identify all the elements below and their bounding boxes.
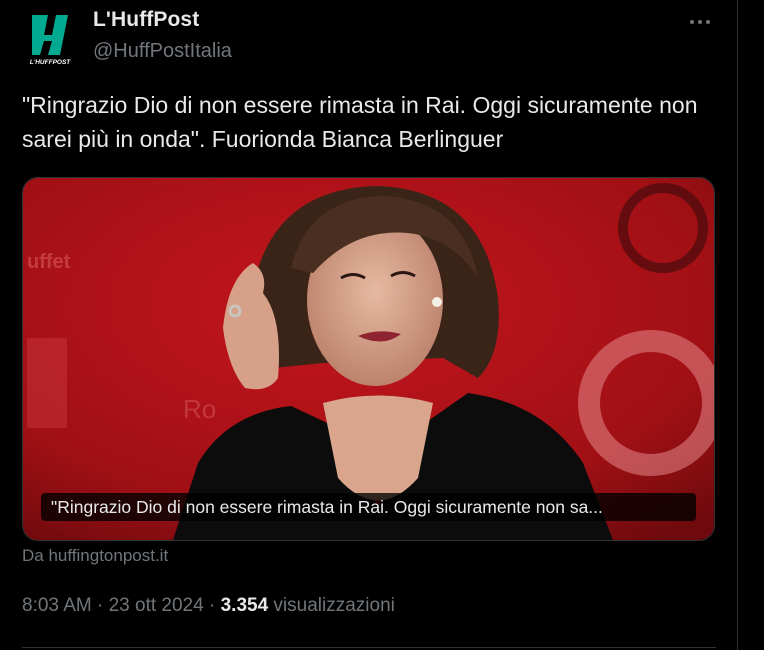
huffpost-logo-icon: L'HUFFPOST: [22, 11, 78, 67]
meta-separator: ·: [208, 595, 216, 616]
views-label: visualizzazioni: [273, 595, 395, 616]
tweet: L'HUFFPOST L'HuffPost @HuffPostItalia "R…: [0, 0, 737, 650]
tweet-divider: [22, 647, 716, 648]
column-divider: [737, 0, 738, 650]
ellipsis-icon: [706, 20, 710, 24]
tweet-time[interactable]: 8:03 AM: [22, 595, 92, 616]
ellipsis-icon: [698, 20, 702, 24]
author-handle[interactable]: @HuffPostItalia: [93, 40, 232, 63]
meta-separator: ·: [97, 595, 104, 616]
views-count: 3.354: [220, 595, 269, 616]
card-caption: "Ringrazio Dio di non essere rimasta in …: [41, 493, 696, 521]
more-options-button[interactable]: [682, 8, 718, 36]
card-source-link[interactable]: Da huffingtonpost.it: [22, 546, 168, 566]
author-name[interactable]: L'HuffPost: [93, 8, 199, 32]
avatar[interactable]: L'HUFFPOST: [22, 11, 78, 67]
svg-text:Ro: Ro: [183, 394, 216, 424]
svg-text:uffet: uffet: [27, 251, 71, 273]
logo-wordmark: L'HUFFPOST: [30, 59, 72, 66]
tweet-date[interactable]: 23 ott 2024: [109, 595, 204, 616]
tweet-text: "Ringrazio Dio di non essere rimasta in …: [22, 92, 698, 152]
ellipsis-icon: [690, 20, 694, 24]
tweet-metadata: 8:03 AM · 23 ott 2024 · 3.354 visualizza…: [22, 595, 395, 617]
article-photo: uffet Ro: [23, 178, 714, 540]
link-card[interactable]: uffet Ro "Ringrazio Dio di non essere ri…: [22, 177, 715, 541]
